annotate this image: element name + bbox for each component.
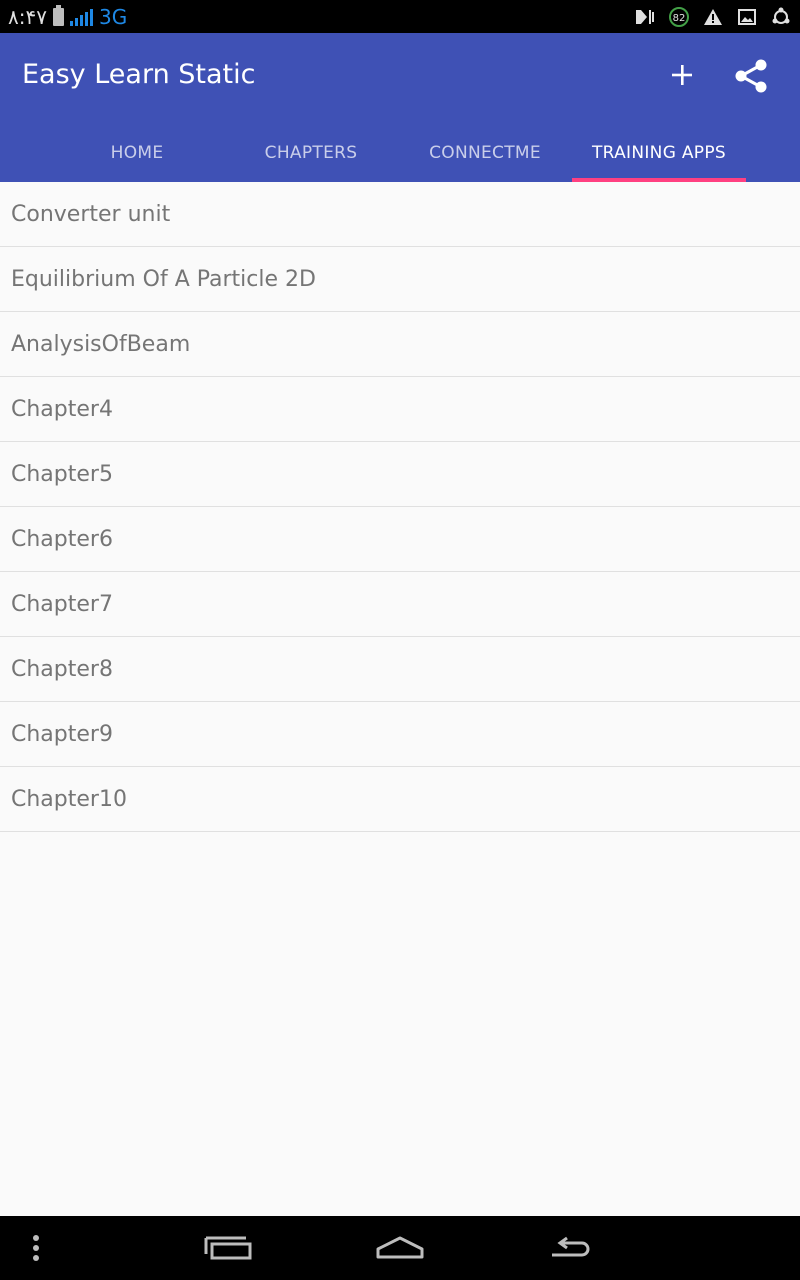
signal-icon xyxy=(69,8,93,26)
list-item-chapter5[interactable]: Chapter5 xyxy=(0,442,800,507)
status-bar: ٨:۴٧ 3G 82 xyxy=(0,0,800,33)
recent-apps-button[interactable] xyxy=(200,1216,256,1280)
tab-chapters[interactable]: CHAPTERS xyxy=(224,123,398,182)
network-type: 3G xyxy=(98,4,128,29)
list-item-analysis-of-beam[interactable]: AnalysisOfBeam xyxy=(0,312,800,377)
list-item-chapter6[interactable]: Chapter6 xyxy=(0,507,800,572)
list-item-chapter8[interactable]: Chapter8 xyxy=(0,637,800,702)
menu-button[interactable] xyxy=(20,1216,52,1280)
list-item-chapter9[interactable]: Chapter9 xyxy=(0,702,800,767)
menu-dots-icon xyxy=(33,1235,39,1261)
list-item-chapter4[interactable]: Chapter4 xyxy=(0,377,800,442)
battery-icon xyxy=(52,4,64,26)
status-time: ٨:۴٧ xyxy=(8,4,47,29)
list-item-equilibrium[interactable]: Equilibrium Of A Particle 2D xyxy=(0,247,800,312)
media-icon xyxy=(634,7,656,27)
back-button[interactable] xyxy=(544,1216,596,1280)
list-item-chapter10[interactable]: Chapter10 xyxy=(0,767,800,832)
home-button[interactable] xyxy=(372,1216,428,1280)
training-apps-list: Converter unit Equilibrium Of A Particle… xyxy=(0,182,800,832)
sync-icon xyxy=(770,7,792,27)
tab-connectme[interactable]: CONNECTME xyxy=(398,123,572,182)
notification-badge-icon: 82 xyxy=(668,6,690,27)
recent-apps-icon xyxy=(204,1236,252,1260)
tab-training-apps[interactable]: TRAINING APPS xyxy=(572,123,746,182)
home-icon xyxy=(376,1236,424,1259)
tab-home[interactable]: HOME xyxy=(50,123,224,182)
share-button[interactable] xyxy=(728,53,774,99)
navigation-bar xyxy=(0,1216,800,1280)
list-item-chapter7[interactable]: Chapter7 xyxy=(0,572,800,637)
warning-icon xyxy=(702,7,724,27)
image-icon xyxy=(736,7,758,27)
notification-count: 82 xyxy=(673,13,686,24)
app-title: Easy Learn Static xyxy=(22,59,256,90)
add-icon xyxy=(672,65,692,85)
app-bar: Easy Learn Static HOME CHAPTERS CONNECTM… xyxy=(0,33,800,182)
share-icon xyxy=(735,59,767,93)
list-item-converter-unit[interactable]: Converter unit xyxy=(0,182,800,247)
back-icon xyxy=(552,1236,590,1257)
tab-bar: HOME CHAPTERS CONNECTME TRAINING APPS xyxy=(50,123,746,182)
add-button[interactable] xyxy=(662,55,702,95)
